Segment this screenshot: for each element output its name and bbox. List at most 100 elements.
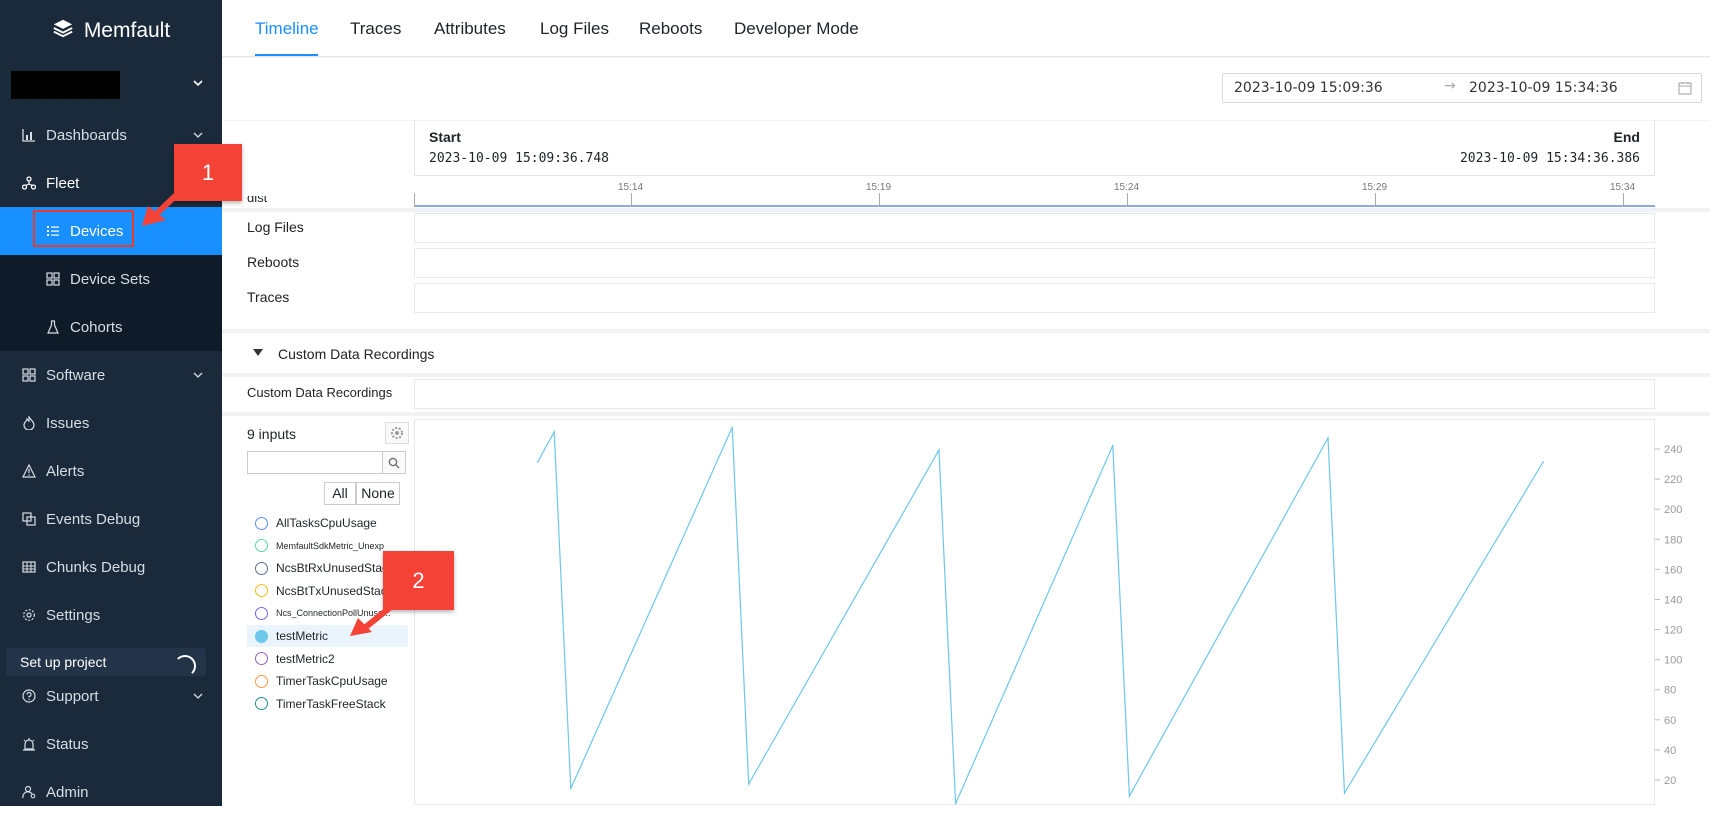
tab-developer-mode[interactable]: Developer Mode <box>734 19 859 39</box>
custom-data-section-header[interactable]: Custom Data Recordings <box>222 336 1710 373</box>
data-point[interactable] <box>1343 792 1346 794</box>
brand[interactable]: Memfault <box>0 0 222 62</box>
series-toggle-dot-icon[interactable] <box>255 697 268 711</box>
divider <box>222 329 1710 333</box>
sidebar-item-status[interactable]: Status <box>0 720 222 768</box>
series-toggle-dot-icon[interactable] <box>255 516 268 530</box>
sidebar-item-issues[interactable]: Issues <box>0 399 222 447</box>
chevron-down-icon <box>193 80 203 87</box>
org-select[interactable] <box>0 62 222 110</box>
data-point[interactable] <box>938 449 940 451</box>
y-tick-label: 60 <box>1664 715 1676 727</box>
timeline-row-reboots[interactable]: Reboots <box>222 246 1710 279</box>
tab-reboots[interactable]: Reboots <box>639 19 702 39</box>
row-track[interactable] <box>414 283 1655 313</box>
data-point[interactable] <box>954 802 957 805</box>
line-chart[interactable] <box>415 420 1656 806</box>
timeline-row-traces[interactable]: Traces <box>222 281 1710 314</box>
inputs-settings-button[interactable] <box>385 422 409 444</box>
sidebar-item-software[interactable]: Software <box>0 351 222 399</box>
timeline-row-custom-data[interactable]: Custom Data Recordings <box>222 377 1710 410</box>
row-track[interactable] <box>414 248 1655 278</box>
data-point[interactable] <box>731 426 733 429</box>
sidebar-item-label: Settings <box>46 606 101 624</box>
series-toggle-dot-icon[interactable] <box>255 606 268 620</box>
series-item[interactable]: TimerTaskFreeStack <box>247 693 408 715</box>
sidebar-item-chunks-debug[interactable]: Chunks Debug <box>0 543 222 591</box>
series-item[interactable]: testMetric2 <box>247 648 408 670</box>
fleet-icon <box>22 176 36 190</box>
select-all-button[interactable]: All <box>324 482 356 505</box>
data-point[interactable] <box>553 431 556 433</box>
sidebar-item-cohorts[interactable]: Cohorts <box>0 303 222 351</box>
series-label: NcsBtTxUnusedStac <box>276 583 387 598</box>
y-tick-label: 200 <box>1664 504 1682 516</box>
data-point[interactable] <box>747 783 750 785</box>
sidebar-item-label: Fleet <box>46 174 80 192</box>
sidebar-item-settings[interactable]: Settings <box>0 591 222 639</box>
main-content: Timeline Traces Attributes Log Files Reb… <box>222 0 1710 806</box>
tab-traces[interactable]: Traces <box>350 19 401 39</box>
row-track[interactable] <box>414 379 1655 409</box>
y-tick-label: 20 <box>1664 775 1676 787</box>
sidebar-lower-nav: Support Status Admin <box>0 672 222 816</box>
sidebar-item-admin[interactable]: Admin <box>0 768 222 816</box>
sidebar-item-events-debug[interactable]: Events Debug <box>0 495 222 543</box>
data-point[interactable] <box>536 461 539 463</box>
section-title: Custom Data Recordings <box>278 346 435 362</box>
row-label: Custom Data Recordings <box>247 385 393 400</box>
row-track[interactable] <box>414 213 1655 243</box>
chart-area[interactable] <box>414 419 1655 805</box>
series-label: AllTasksCpuUsage <box>276 516 377 530</box>
series-item[interactable]: AllTasksCpuUsage <box>247 512 408 534</box>
inputs-search-button[interactable] <box>382 451 406 474</box>
end-label: End <box>1613 129 1640 145</box>
brand-name: Memfault <box>83 19 171 42</box>
series-line[interactable] <box>537 427 1544 804</box>
y-axis: 20 40 60 80 100 120 140 160 180 200 220 240 <box>1655 444 1682 787</box>
time-axis[interactable]: 15:14 15:19 15:24 15:29 15:34 <box>414 177 1655 207</box>
tab-attributes[interactable]: Attributes <box>434 19 506 39</box>
axis-tick <box>1375 193 1376 207</box>
data-point[interactable] <box>1128 795 1131 797</box>
y-tick-label: 120 <box>1664 625 1682 637</box>
sidebar-item-alerts[interactable]: Alerts <box>0 447 222 495</box>
partial-row-label: dist <box>247 196 268 205</box>
series-toggle-dot-icon[interactable] <box>255 561 268 575</box>
sidebar-item-support[interactable]: Support <box>0 672 222 720</box>
tab-timeline[interactable]: Timeline <box>255 19 319 39</box>
range-start-input[interactable]: 2023-10-09 15:09:36 <box>1234 80 1383 96</box>
data-point[interactable] <box>1542 461 1544 463</box>
series-toggle-dot-icon[interactable] <box>255 584 268 598</box>
axis-tick-label: 15:24 <box>1114 182 1140 193</box>
gear-icon <box>22 608 36 622</box>
table-icon <box>22 560 36 574</box>
y-tick-label: 240 <box>1664 444 1682 456</box>
y-tick-label: 160 <box>1664 564 1682 576</box>
timeline-header: Start End 2023-10-09 15:09:36.748 2023-1… <box>414 121 1655 176</box>
question-icon <box>22 689 36 703</box>
series-toggle-dot-icon[interactable] <box>255 629 268 643</box>
timeline-panel: Start End 2023-10-09 15:09:36.748 2023-1… <box>222 121 1710 806</box>
axis-tick <box>631 193 632 207</box>
row-label: Log Files <box>247 219 304 235</box>
data-point[interactable] <box>1112 444 1114 447</box>
alarm-icon <box>22 737 36 751</box>
series-toggle-dot-icon[interactable] <box>255 652 268 666</box>
series-toggle-dot-icon[interactable] <box>255 674 268 688</box>
series-item[interactable]: TimerTaskCpuUsage <box>247 670 408 692</box>
tab-bar: Timeline Traces Attributes Log Files Reb… <box>222 0 1710 57</box>
data-point[interactable] <box>569 787 572 790</box>
sidebar-item-device-sets[interactable]: Device Sets <box>0 255 222 303</box>
data-point[interactable] <box>1327 437 1329 439</box>
select-none-button[interactable]: None <box>356 482 400 505</box>
series-toggle-dot-icon[interactable] <box>255 539 268 553</box>
tab-log-files[interactable]: Log Files <box>540 19 609 39</box>
end-time: 2023-10-09 15:34:36.386 <box>1459 151 1640 166</box>
inputs-search-input[interactable] <box>247 451 383 474</box>
caret-down-icon <box>253 349 263 356</box>
sidebar-item-label: Support <box>46 687 99 705</box>
date-range-picker[interactable]: 2023-10-09 15:09:36 → 2023-10-09 15:34:3… <box>1222 73 1702 103</box>
timeline-row-log-files[interactable]: Log Files <box>222 211 1710 244</box>
range-end-input[interactable]: 2023-10-09 15:34:36 <box>1469 80 1618 96</box>
